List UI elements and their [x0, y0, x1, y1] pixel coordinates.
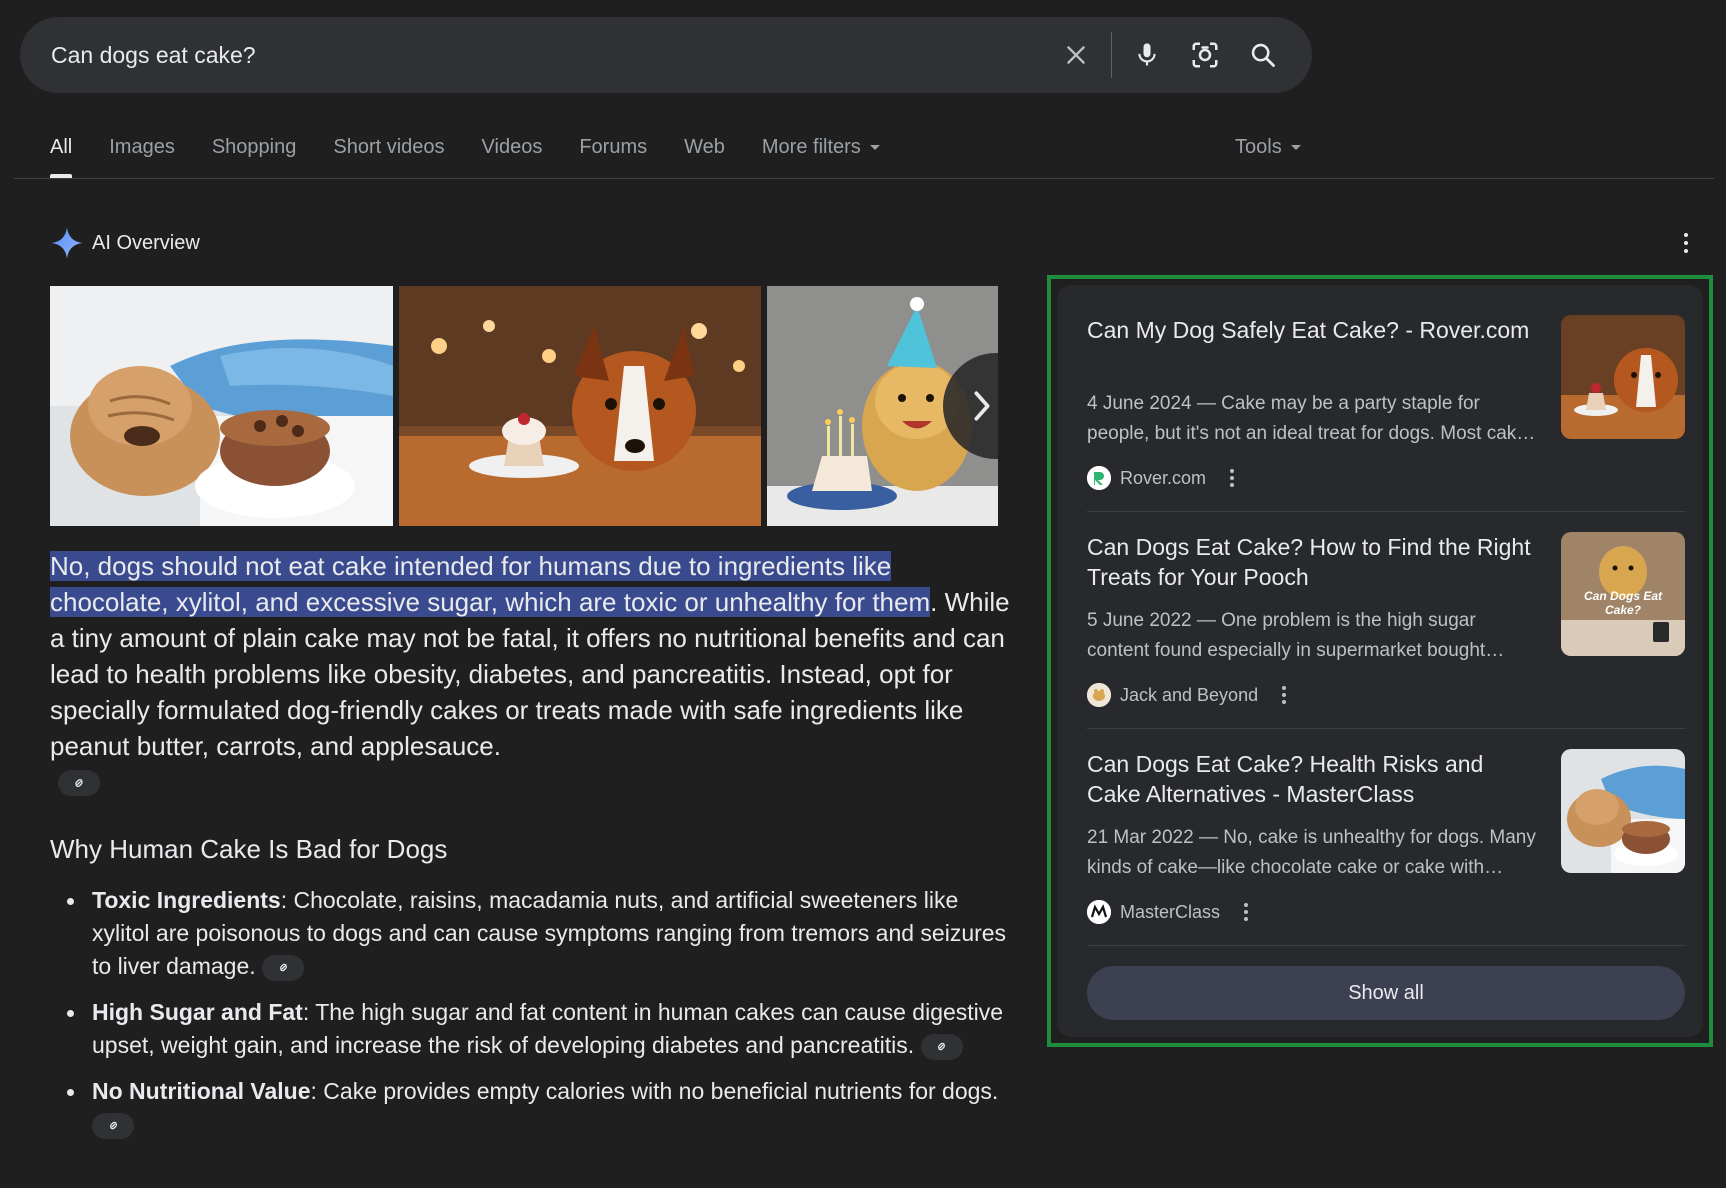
link-icon	[109, 1122, 117, 1130]
tab-label: Short videos	[333, 136, 445, 158]
source-card[interactable]: Can Dogs Eat Cake? Health Risks and Cake…	[1087, 749, 1685, 965]
caret-down-icon	[1290, 145, 1301, 151]
close-icon[interactable]	[1047, 26, 1105, 84]
source-title[interactable]: Can Dogs Eat Cake? How to Find the Right…	[1087, 532, 1537, 592]
section-heading: Why Human Cake Is Bad for Dogs	[50, 834, 448, 864]
link-icon	[938, 1043, 945, 1051]
ai-overview-images	[50, 286, 998, 526]
list-item: High Sugar and Fat: The high sugar and f…	[67, 996, 1012, 1062]
tab-label: Shopping	[211, 136, 297, 158]
bullet-text: : Cake provides empty calories with no b…	[310, 1078, 999, 1104]
source-title[interactable]: Can Dogs Eat Cake? Health Risks and Cake…	[1087, 749, 1537, 809]
sparkle-icon	[51, 227, 83, 259]
more-options-icon[interactable]	[1274, 682, 1294, 708]
tab-more-filters[interactable]: More filters	[762, 128, 880, 178]
tab-label: All	[50, 136, 73, 158]
sources-panel: Can My Dog Safely Eat Cake? - Rover.com …	[1047, 275, 1713, 1047]
tab-forums[interactable]: Forums	[579, 128, 647, 178]
rover-favicon-icon	[1087, 466, 1111, 490]
source-site-name: Rover.com	[1120, 467, 1207, 488]
tab-label: More filters	[761, 136, 861, 158]
source-site-name: Jack and Beyond	[1120, 684, 1259, 705]
source-snippet: 4 June 2024 — Cake may be a party staple…	[1087, 393, 1537, 444]
sources-panel-inner: Can My Dog Safely Eat Cake? - Rover.com …	[1057, 285, 1703, 1037]
more-options-icon[interactable]	[1236, 899, 1256, 925]
bullet-title: Toxic Ingredients	[92, 887, 281, 913]
link-chip[interactable]	[920, 1033, 963, 1060]
jack-and-beyond-favicon-icon	[1087, 683, 1111, 707]
link-chip[interactable]	[262, 954, 305, 981]
tab-label: Web	[684, 136, 725, 158]
show-all-button[interactable]: Show all	[1087, 966, 1685, 1020]
source-site-name: MasterClass	[1120, 901, 1221, 922]
link-icon	[75, 778, 83, 788]
tab-label: Videos	[481, 136, 543, 158]
ai-overview-title: AI Overview	[92, 231, 200, 254]
source-thumbnail[interactable]	[1561, 749, 1685, 873]
tab-short-videos[interactable]: Short videos	[333, 128, 444, 178]
tab-videos[interactable]: Videos	[482, 128, 543, 178]
tab-web[interactable]: Web	[684, 128, 725, 178]
overview-image-2[interactable]	[399, 286, 761, 526]
tab-all[interactable]: All	[50, 128, 73, 178]
source-site: MasterClass	[1087, 899, 1256, 925]
answer-highlight: No, dogs should not eat cake intended fo…	[50, 551, 931, 617]
list-item: Toxic Ingredients: Chocolate, raisins, m…	[67, 884, 1012, 983]
search-input[interactable]	[51, 41, 1047, 69]
search-bar	[20, 17, 1312, 93]
link-chip[interactable]	[58, 770, 100, 796]
source-site: Rover.com	[1087, 465, 1242, 491]
ai-overview-header: AI Overview	[50, 226, 200, 260]
bullet-title: No Nutritional Value	[92, 1078, 311, 1104]
answer-link-chip-row	[58, 770, 100, 796]
source-card[interactable]: Can Dogs Eat Cake? How to Find the Right…	[1087, 532, 1685, 748]
reasons-list: Toxic Ingredients: Chocolate, raisins, m…	[67, 884, 1012, 1154]
more-options-icon[interactable]	[1222, 465, 1242, 491]
tabs-divider	[14, 178, 1714, 179]
search-tabs: All Images Shopping Short videos Videos …	[50, 128, 1696, 178]
search-bar-divider	[1111, 32, 1112, 78]
lens-icon[interactable]	[1176, 26, 1234, 84]
list-item: No Nutritional Value: Cake provides empt…	[67, 1075, 1012, 1141]
source-divider	[1087, 945, 1685, 946]
ai-overview-answer: No, dogs should not eat cake intended fo…	[50, 548, 1010, 764]
tab-shopping[interactable]: Shopping	[212, 128, 297, 178]
source-thumbnail[interactable]	[1561, 315, 1685, 439]
more-options-icon[interactable]	[1676, 228, 1696, 258]
caret-down-icon	[869, 145, 880, 151]
tab-label: Images	[109, 136, 175, 158]
masterclass-favicon-icon	[1087, 900, 1111, 924]
source-snippet: 5 June 2022 — One problem is the high su…	[1087, 610, 1486, 661]
search-results-page: All Images Shopping Short videos Videos …	[0, 0, 1726, 1188]
link-icon	[279, 964, 287, 972]
source-divider	[1087, 511, 1685, 512]
tools-button[interactable]: Tools	[1235, 128, 1301, 178]
source-title[interactable]: Can My Dog Safely Eat Cake? - Rover.com	[1087, 315, 1537, 345]
microphone-icon[interactable]	[1118, 26, 1176, 84]
bullet-title: High Sugar and Fat	[92, 999, 303, 1025]
source-card[interactable]: Can My Dog Safely Eat Cake? - Rover.com …	[1087, 315, 1685, 531]
source-site: Jack and Beyond	[1087, 682, 1294, 708]
link-chip[interactable]	[92, 1112, 134, 1139]
chevron-right-icon	[974, 391, 990, 421]
tab-images[interactable]: Images	[109, 128, 175, 178]
source-divider	[1087, 728, 1685, 729]
tab-label: Forums	[579, 136, 648, 158]
tools-label: Tools	[1235, 136, 1282, 158]
search-icon[interactable]	[1234, 26, 1292, 84]
source-thumbnail[interactable]: Can Dogs Eat Cake?	[1561, 532, 1685, 656]
source-snippet: 21 Mar 2022 — No, cake is unhealthy for …	[1087, 827, 1536, 878]
overview-image-1[interactable]	[50, 286, 393, 526]
